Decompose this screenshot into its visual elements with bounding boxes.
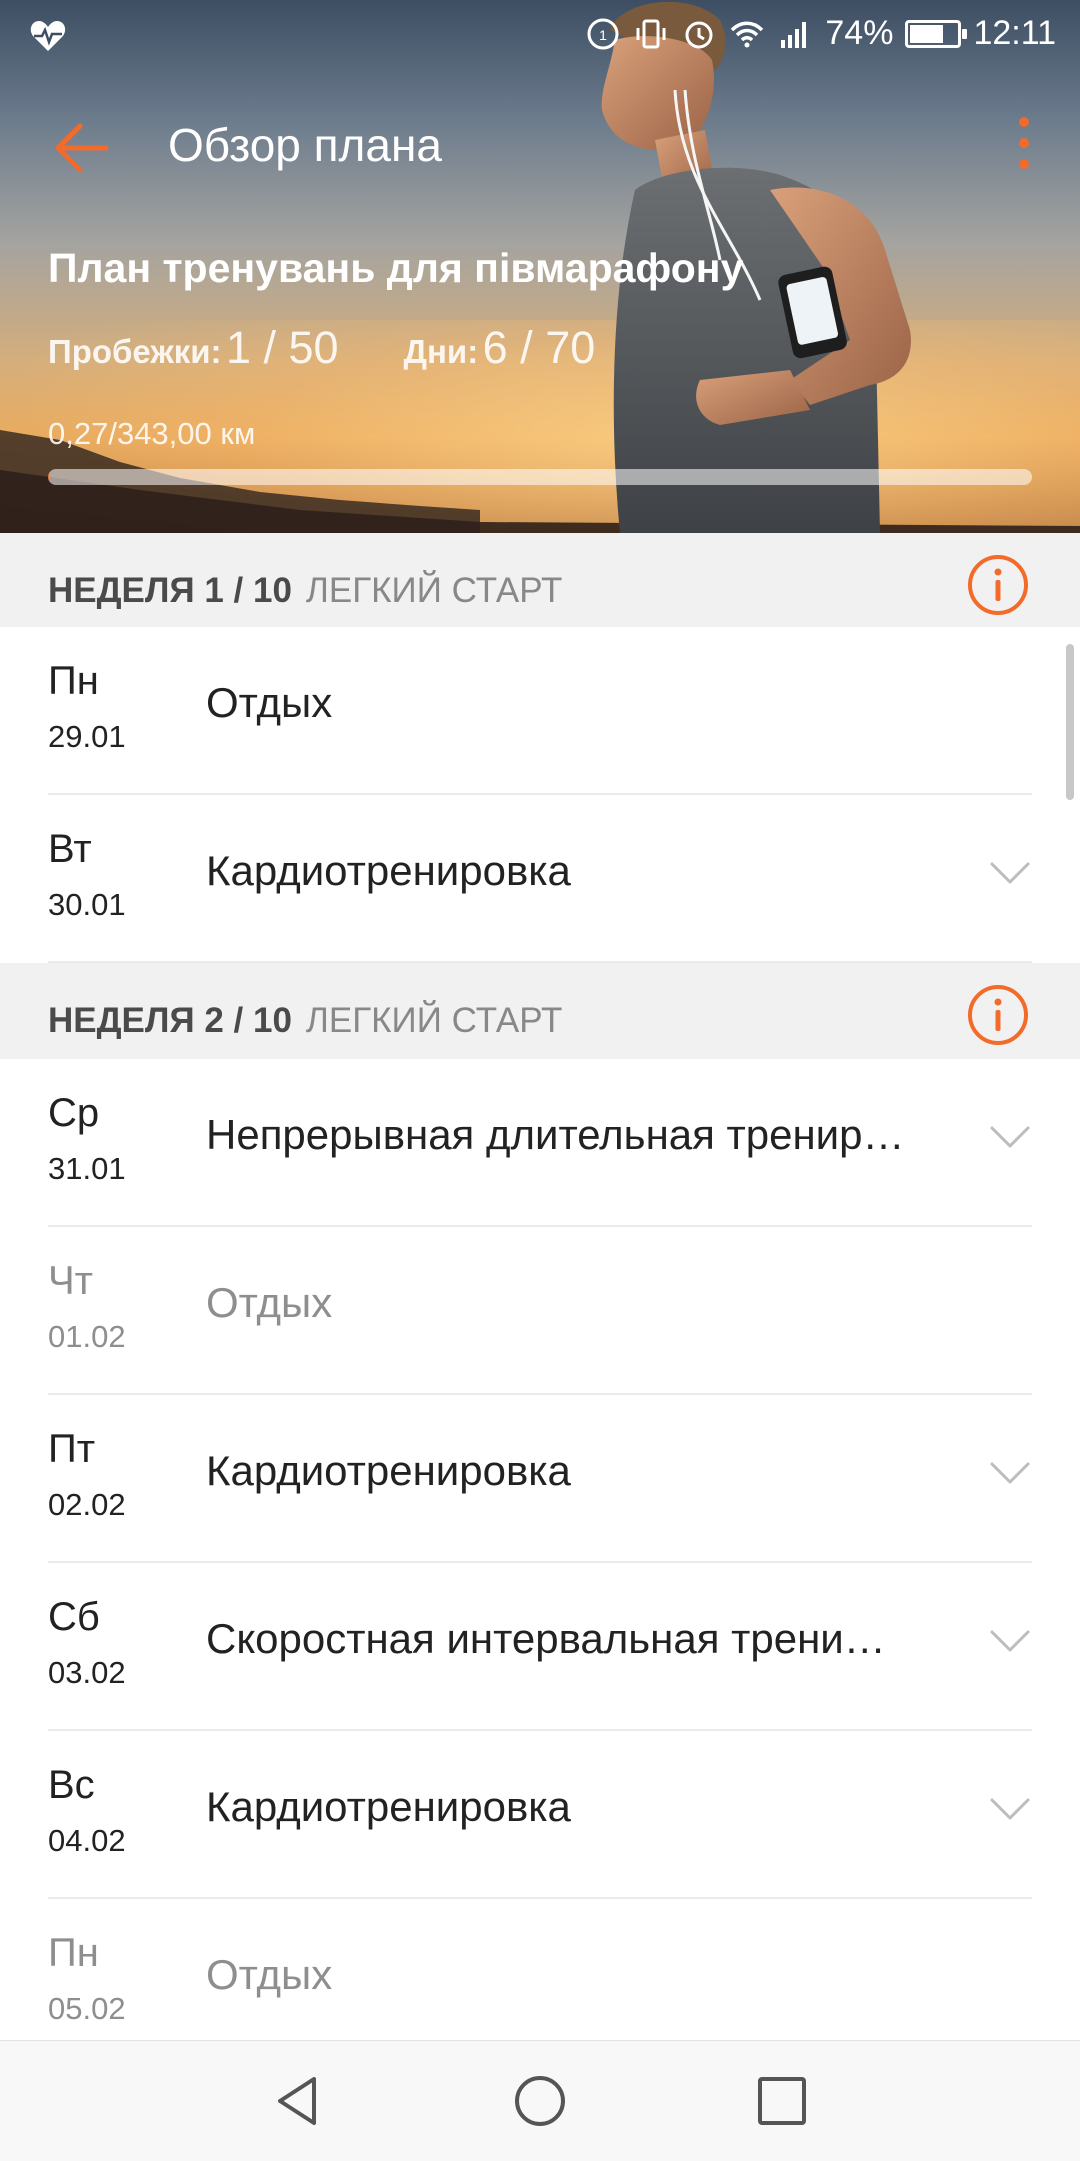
days-label: Дни: [403, 333, 479, 370]
alarm-icon [685, 21, 713, 48]
battery-icon [905, 19, 968, 48]
day-date: 30.01 [48, 887, 126, 922]
workout-title: Непрерывная длительная тренир… [206, 1111, 905, 1158]
workout-title: Отдых [206, 1951, 333, 1998]
day-date: 05.02 [48, 1991, 126, 2026]
status-bar: 1 74% 12:11 [0, 0, 1080, 74]
distance-progress-text: 0,27/343,00 км [48, 416, 256, 451]
vibrate-icon [636, 19, 666, 48]
week-subtitle: ЛЕГКИЙ СТАРТ [305, 571, 563, 610]
week-header: НЕДЕЛЯ 1 / 10 ЛЕГКИЙ СТАРТ [0, 533, 1080, 629]
system-navigation-bar [0, 2040, 1080, 2161]
plan-stats: Пробежки: 1 / 50 Дни: 6 / 70 [48, 322, 595, 374]
day-row[interactable]: Чт 01.02 Отдых [0, 1227, 1080, 1395]
battery-percent: 74% [825, 14, 894, 52]
day-row[interactable]: Вт 30.01 Кардиотренировка [0, 795, 1080, 963]
day-date: 31.01 [48, 1151, 126, 1186]
workout-title: Кардиотренировка [206, 847, 571, 894]
day-of-week: Пт [48, 1427, 96, 1471]
day-of-week: Пн [48, 1931, 99, 1975]
day-date: 03.02 [48, 1655, 126, 1690]
wifi-icon [731, 21, 764, 47]
chevron-down-icon[interactable] [988, 1459, 1032, 1487]
plan-header-banner: 1 74% 12:11 Обзор плана План тренувань д… [0, 0, 1080, 533]
day-of-week: Вт [48, 827, 92, 871]
workout-title: Скоростная интервальная трени… [206, 1615, 886, 1662]
data-saver-icon: 1 [587, 18, 619, 49]
plan-progress-bar [48, 469, 1032, 485]
overflow-menu-icon[interactable] [1012, 110, 1036, 186]
week-subtitle: ЛЕГКИЙ СТАРТ [305, 1001, 563, 1040]
signal-icon [781, 21, 807, 48]
week-number: НЕДЕЛЯ 1 / 10 [48, 571, 292, 610]
plan-name: План тренувань для півмарафону [48, 245, 744, 291]
runs-label: Пробежки: [48, 333, 222, 370]
info-icon[interactable] [966, 553, 1030, 617]
day-row[interactable]: Пт 02.02 Кардиотренировка [0, 1395, 1080, 1563]
nav-home-icon[interactable] [512, 2073, 568, 2129]
back-arrow-icon[interactable] [46, 110, 122, 186]
week-header: НЕДЕЛЯ 2 / 10 ЛЕГКИЙ СТАРТ [0, 963, 1080, 1059]
day-of-week: Сб [48, 1595, 100, 1639]
toolbar: Обзор плана [0, 80, 1080, 210]
workout-title: Отдых [206, 1279, 333, 1326]
chevron-down-icon[interactable] [988, 859, 1032, 887]
chevron-down-icon[interactable] [988, 1795, 1032, 1823]
chevron-down-icon[interactable] [988, 1123, 1032, 1151]
days-value: 6 / 70 [482, 322, 596, 373]
week-label: НЕДЕЛЯ 1 / 10 ЛЕГКИЙ СТАРТ [48, 571, 562, 611]
workout-title: Кардиотренировка [206, 1447, 571, 1494]
page-title: Обзор плана [168, 119, 442, 171]
day-of-week: Ср [48, 1091, 100, 1135]
day-row[interactable]: Пн 29.01 Отдых [0, 627, 1080, 795]
day-of-week: Пн [48, 659, 99, 703]
day-date: 01.02 [48, 1319, 126, 1354]
week-number: НЕДЕЛЯ 2 / 10 [48, 1001, 292, 1040]
runs-value: 1 / 50 [225, 322, 339, 373]
day-of-week: Чт [48, 1259, 93, 1303]
day-date: 02.02 [48, 1487, 126, 1522]
workout-title: Отдых [206, 679, 333, 726]
workout-title: Кардиотренировка [206, 1783, 571, 1830]
scrollbar[interactable] [1066, 644, 1074, 800]
day-row[interactable]: Ср 31.01 Непрерывная длительная тренир… [0, 1059, 1080, 1227]
nav-back-icon[interactable] [270, 2073, 326, 2129]
health-heart-icon [30, 21, 66, 51]
day-row[interactable]: Сб 03.02 Скоростная интервальная трени… [0, 1563, 1080, 1731]
day-date: 04.02 [48, 1823, 126, 1858]
day-of-week: Вс [48, 1763, 95, 1807]
chevron-down-icon[interactable] [988, 1627, 1032, 1655]
week-label: НЕДЕЛЯ 2 / 10 ЛЕГКИЙ СТАРТ [48, 1001, 562, 1041]
status-icons: 1 74% 12:11 [585, 14, 1056, 53]
nav-recents-icon[interactable] [754, 2073, 810, 2129]
clock: 12:11 [973, 14, 1056, 52]
day-date: 29.01 [48, 719, 126, 754]
svg-text:1: 1 [599, 27, 607, 43]
day-row[interactable]: Вс 04.02 Кардиотренировка [0, 1731, 1080, 1899]
info-icon[interactable] [966, 983, 1030, 1047]
